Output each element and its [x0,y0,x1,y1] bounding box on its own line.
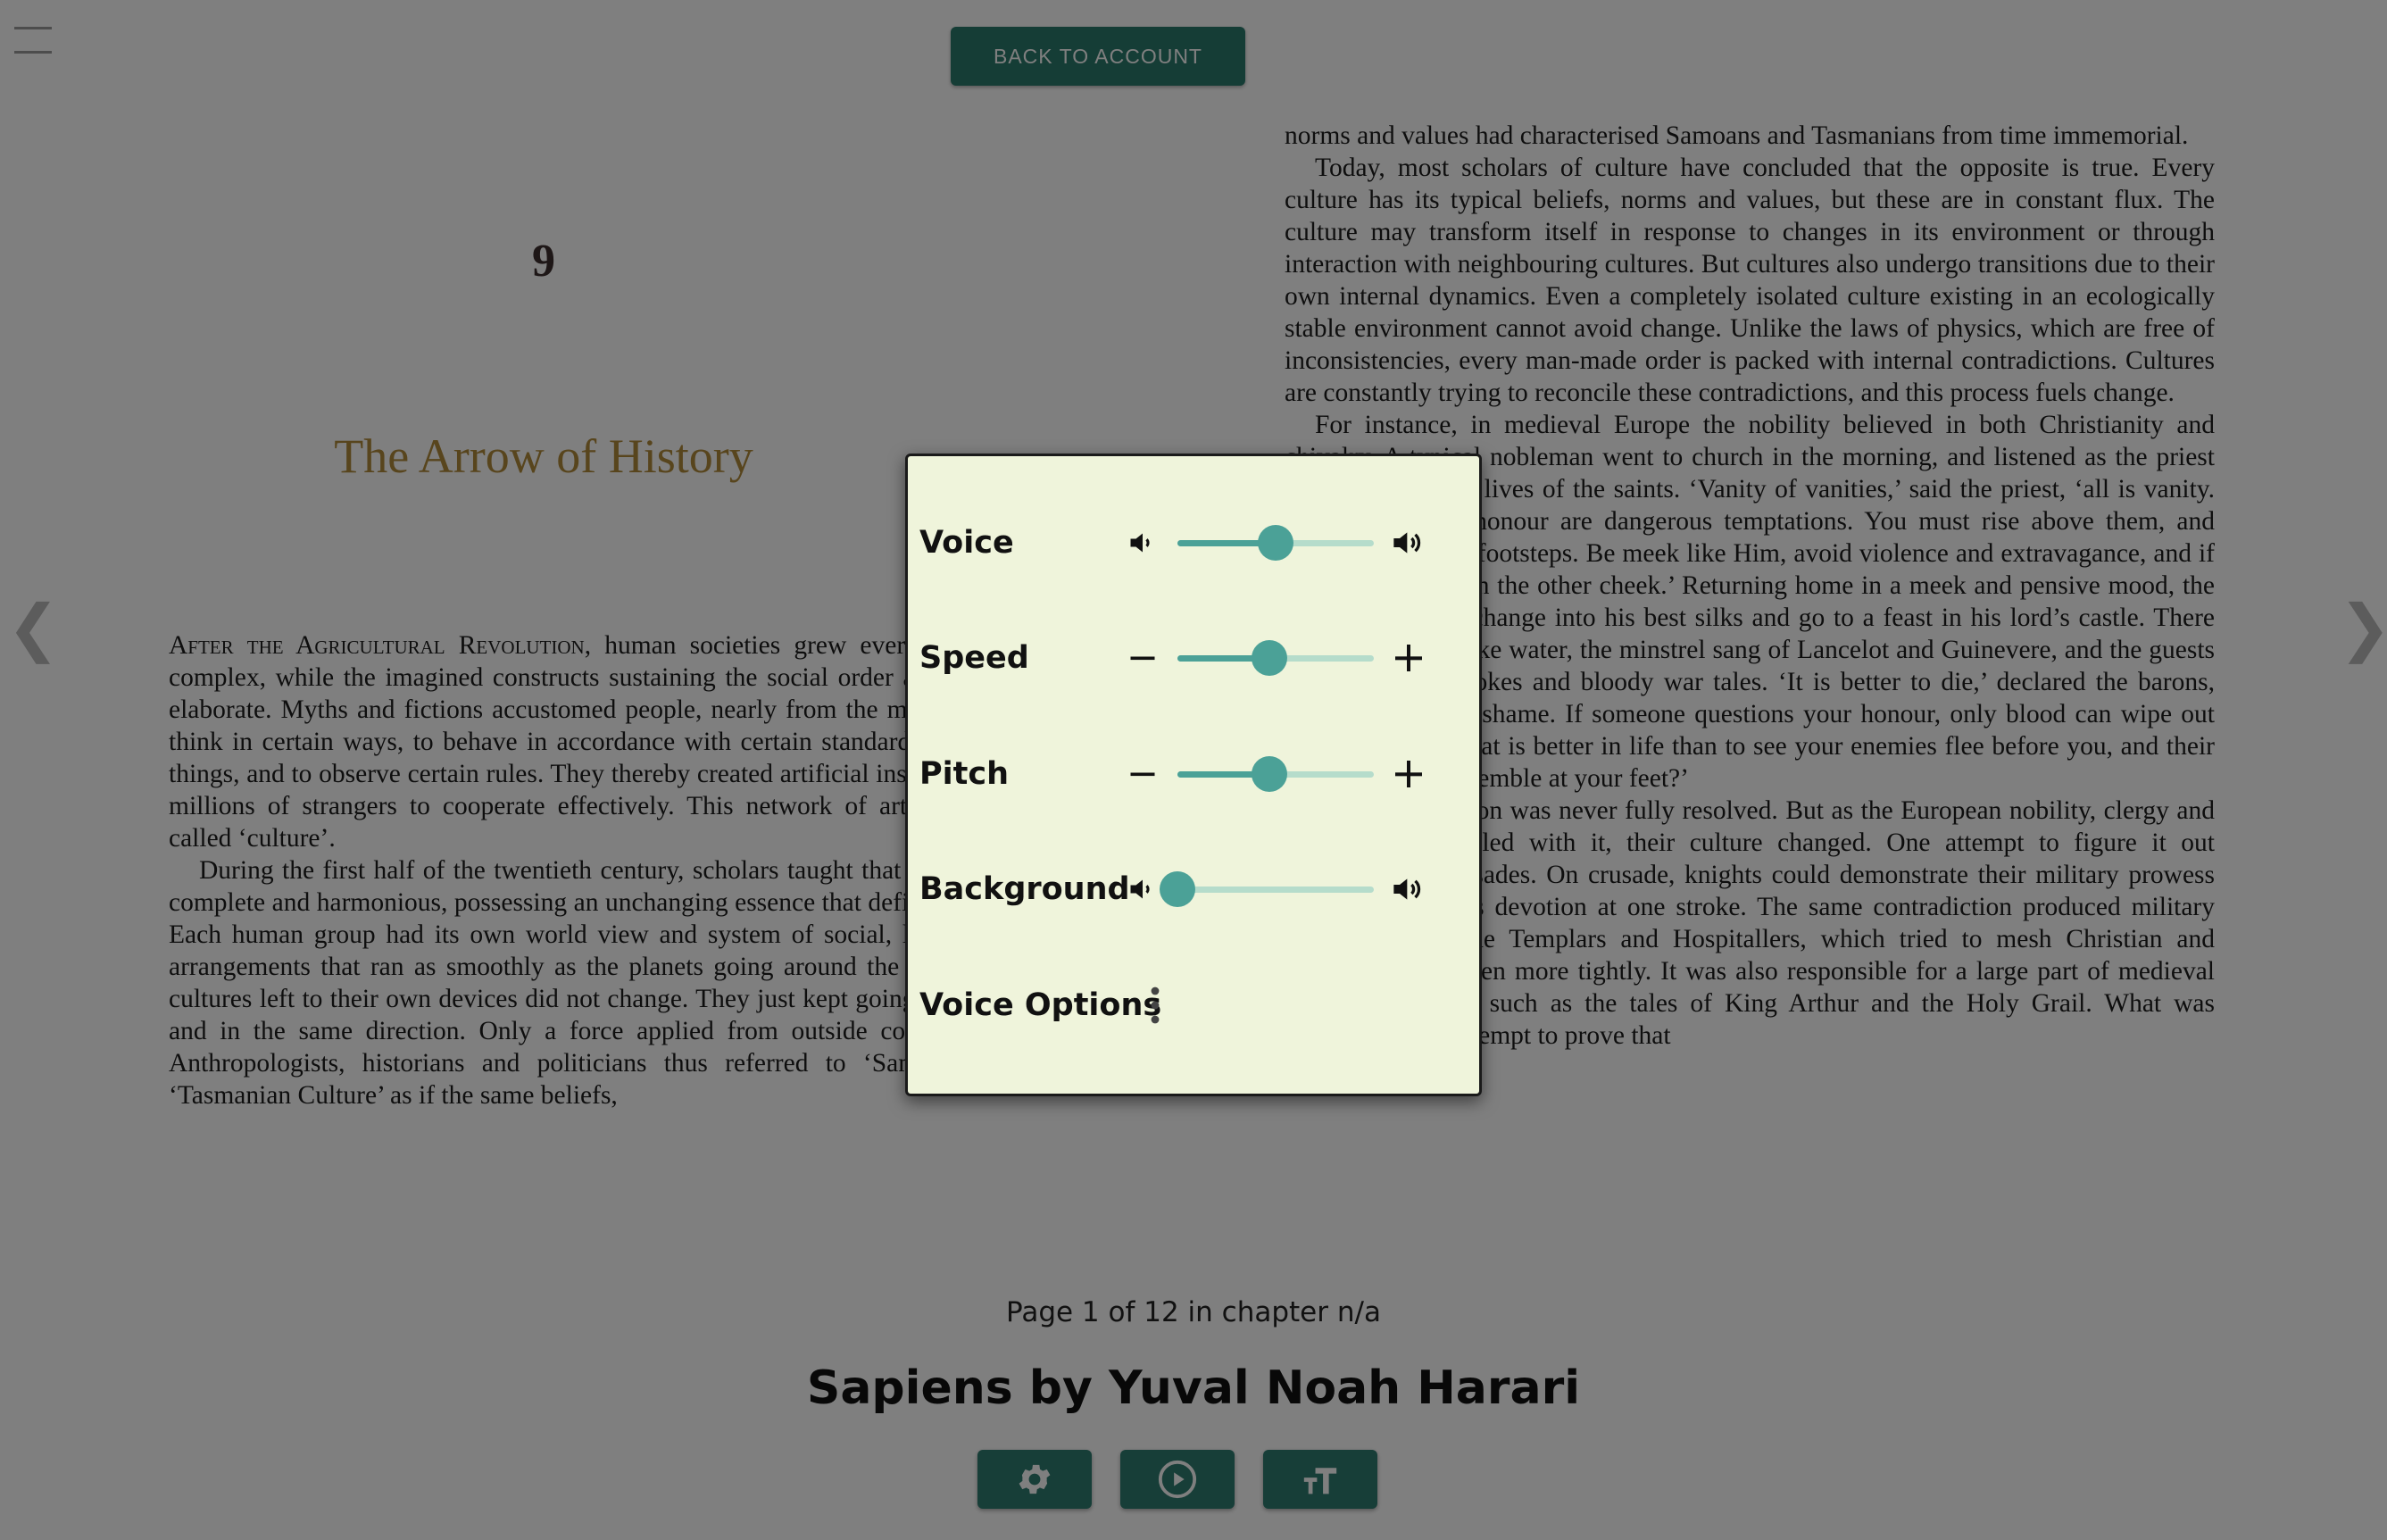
speed-label: Speed [919,640,1029,676]
slider-thumb[interactable] [1160,871,1195,907]
voice-volume-slider[interactable] [1177,525,1374,561]
speaker-low-icon[interactable] [1127,527,1159,559]
slider-thumb[interactable] [1252,640,1288,676]
plus-icon[interactable] [1391,640,1426,676]
speaker-low-icon[interactable] [1127,873,1159,905]
vertical-dots-icon[interactable] [1146,986,1164,1025]
slider-thumb[interactable] [1252,756,1288,792]
pitch-row: Pitch [905,738,1476,810]
background-volume-slider[interactable] [1160,871,1374,907]
voice-label: Voice [919,525,1014,561]
pitch-slider[interactable] [1177,756,1374,792]
background-row: Background [905,853,1476,925]
minus-icon[interactable] [1127,758,1159,790]
voice-options-label[interactable]: Voice Options [919,987,1161,1023]
plus-icon[interactable] [1391,756,1426,792]
speed-slider[interactable] [1177,640,1374,676]
voice-row: Voice [905,507,1476,579]
speed-row: Speed [905,622,1476,694]
speaker-high-icon[interactable] [1391,525,1426,561]
background-label: Background [919,871,1130,907]
pitch-label: Pitch [919,756,1010,792]
slider-thumb[interactable] [1258,525,1293,561]
speaker-high-icon[interactable] [1391,871,1426,907]
voice-options-row[interactable]: Voice Options [905,970,1476,1041]
minus-icon[interactable] [1127,642,1159,674]
